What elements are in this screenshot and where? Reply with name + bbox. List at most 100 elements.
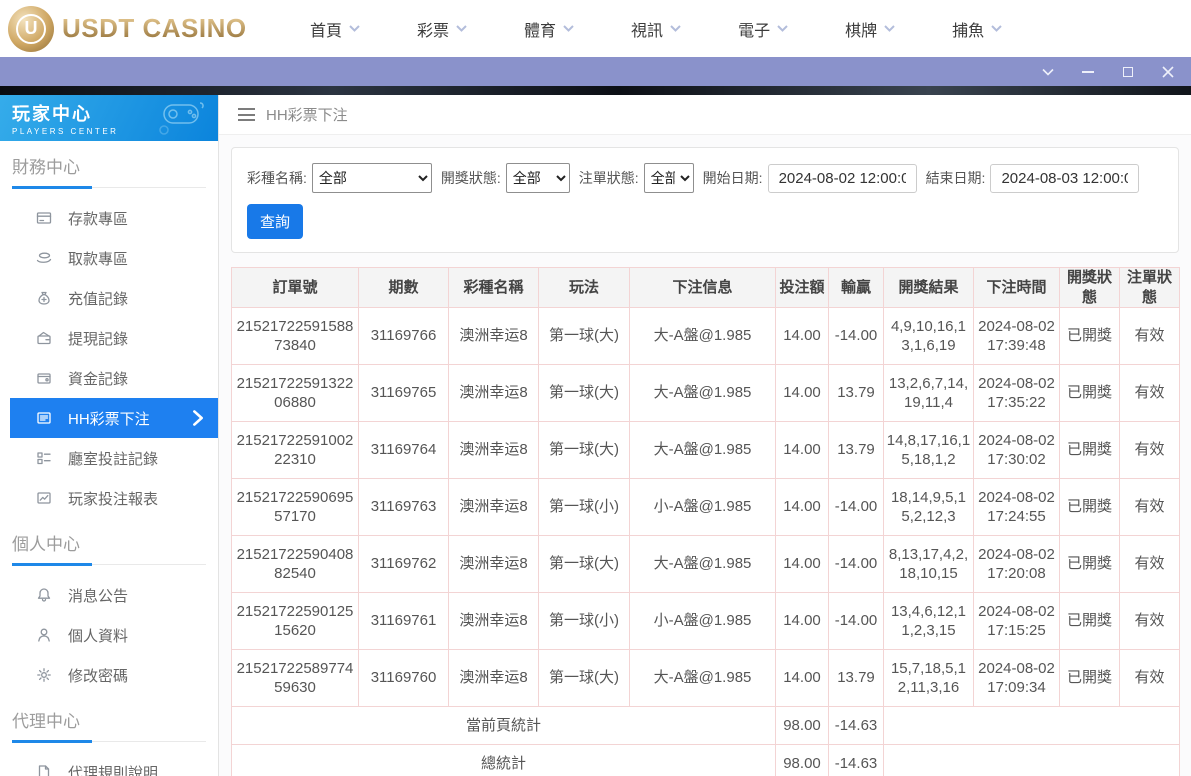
table-cell: 澳洲幸运8 (448, 421, 539, 479)
summary-empty-cell (883, 744, 1180, 776)
table-cell: 14.00 (775, 649, 829, 707)
nav-label: 捕魚 (952, 22, 985, 40)
lottery-select[interactable]: 全部 (311, 163, 432, 193)
sidebar-item-label: 資金記錄 (68, 370, 129, 388)
window-dropdown-button[interactable] (1041, 65, 1055, 79)
table-cell: 2024-08-02 17:15:25 (973, 592, 1060, 650)
end-date-input[interactable] (990, 163, 1140, 193)
hamburger-menu-icon[interactable] (238, 108, 255, 121)
column-header: 投注額 (775, 267, 829, 308)
table-cell: 14.00 (775, 478, 829, 536)
table-row: 2152172258977459630 31169760 澳洲幸运8 第一球(大) 大-… (231, 649, 1180, 707)
table-row: 2152172259100222310 31169764 澳洲幸运8 第一球(大) 大-… (231, 421, 1180, 479)
nav-item-lottery[interactable]: 彩票 (417, 17, 467, 41)
sidebar-item-withdrawal-record[interactable]: 提現記錄 (10, 318, 218, 358)
table-cell: 已開獎 (1059, 649, 1120, 707)
table-cell: 小-A盤@1.985 (629, 592, 776, 650)
nav-item-fishing[interactable]: 捕魚 (952, 17, 1002, 41)
chevron-down-icon (1042, 68, 1054, 76)
table-cell: 2024-08-02 17:24:55 (973, 478, 1060, 536)
sidebar-item-label: 廳室投註記錄 (68, 450, 159, 468)
summary-winloss-total: -14.63 (828, 706, 884, 745)
sidebar: 玩家中心 PLAYERS CENTER 財務中心 存款專區 取款專區 充值記錄 (0, 95, 219, 776)
table-cell: 已開獎 (1059, 592, 1120, 650)
summary-row: 總統計 98.00 -14.63 (231, 744, 1180, 776)
sidebar-section-agent: 代理中心 (0, 695, 218, 746)
nav-label: 棋牌 (845, 22, 878, 40)
sidebar-item-change-password[interactable]: 修改密碼 (10, 655, 218, 695)
summary-row: 當前頁統計 98.00 -14.63 (231, 706, 1180, 745)
bet-list-icon (37, 412, 51, 424)
table-cell: 大-A盤@1.985 (629, 364, 776, 422)
chevron-down-icon (884, 25, 895, 32)
table-cell: -14.00 (828, 307, 884, 365)
window-maximize-button[interactable] (1121, 65, 1135, 79)
sidebar-item-player-bet-report[interactable]: 玩家投注報表 (10, 478, 218, 518)
sidebar-item-room-bet-records[interactable]: 廳室投註記錄 (10, 438, 218, 478)
order-status-filter-label: 注單狀態: (578, 170, 639, 186)
maximize-icon (1123, 66, 1133, 77)
sidebar-header: 玩家中心 PLAYERS CENTER (0, 95, 218, 141)
sidebar-item-agent-rules[interactable]: 代理規則說明 (10, 752, 218, 776)
summary-label: 總統計 (231, 744, 776, 776)
sidebar-item-profile[interactable]: 個人資料 (10, 615, 218, 655)
table-cell: 第一球(小) (538, 592, 630, 650)
table-cell: 15,7,18,5,12,11,3,16 (883, 649, 974, 707)
sidebar-item-label: 修改密碼 (68, 667, 129, 685)
nav-label: 彩票 (417, 22, 450, 40)
brand-logo[interactable]: U USDT CASINO (0, 5, 262, 52)
person-icon (38, 628, 50, 642)
nav-item-sports[interactable]: 體育 (524, 17, 574, 41)
table-row: 2152172259132206880 31169765 澳洲幸运8 第一球(大) 大-… (231, 364, 1180, 422)
section-title: 財務中心 (12, 153, 206, 189)
sidebar-item-label: 代理規則說明 (68, 764, 159, 776)
table-cell: 14,8,17,16,15,18,1,2 (883, 421, 974, 479)
column-header: 輸贏 (828, 267, 884, 308)
table-cell: 31169766 (358, 307, 449, 365)
sidebar-item-hh-lottery-bets[interactable]: HH彩票下注 (10, 398, 218, 438)
table-cell: 有效 (1119, 364, 1180, 422)
minimize-icon (1082, 70, 1094, 73)
nav-item-slots[interactable]: 電子 (738, 17, 788, 41)
search-button[interactable]: 查詢 (247, 204, 304, 239)
table-cell: 有效 (1119, 421, 1180, 479)
sidebar-item-topup-record[interactable]: 充值記錄 (10, 278, 218, 318)
start-date-input[interactable] (767, 163, 917, 193)
window-close-button[interactable] (1161, 65, 1175, 79)
sidebar-section-finance: 財務中心 (0, 141, 218, 192)
filter-panel: 彩種名稱: 全部 開獎狀態: 全部 注單狀態: 全部 開始日期: 結束日期: (231, 147, 1179, 253)
nav-label: 首頁 (310, 22, 343, 40)
table-cell: 已開獎 (1059, 535, 1120, 593)
decorative-strip (0, 86, 1191, 95)
table-cell: 有效 (1119, 535, 1180, 593)
table-cell: 14.00 (775, 364, 829, 422)
sidebar-item-label: HH彩票下注 (68, 410, 150, 428)
draw-status-select[interactable]: 全部 (505, 163, 570, 193)
window-minimize-button[interactable] (1081, 65, 1095, 79)
sidebar-item-funds-record[interactable]: 資金記錄 (10, 358, 218, 398)
table-cell: 13.79 (828, 421, 884, 479)
table-row: 2152172259040882540 31169762 澳洲幸运8 第一球(大) 大-… (231, 535, 1180, 593)
column-header: 下注信息 (629, 267, 776, 308)
column-header: 開獎結果 (883, 267, 974, 308)
personal-menu: 消息公告 個人資料 修改密碼 (0, 569, 218, 695)
sidebar-item-announcements[interactable]: 消息公告 (10, 575, 218, 615)
sidebar-item-label: 存款專區 (68, 210, 129, 228)
sidebar-item-deposit[interactable]: 存款專區 (10, 198, 218, 238)
nav-item-boardgames[interactable]: 棋牌 (845, 17, 895, 41)
summary-winloss-total: -14.63 (828, 744, 884, 776)
table-cell: 8,13,17,4,2,18,10,15 (883, 535, 974, 593)
wallet-out-icon (37, 331, 51, 345)
sidebar-item-withdraw[interactable]: 取款專區 (10, 238, 218, 278)
nav-label: 電子 (738, 22, 771, 40)
table-cell: 31169765 (358, 364, 449, 422)
table-cell: 澳洲幸运8 (448, 307, 539, 365)
table-cell: 澳洲幸运8 (448, 478, 539, 536)
chevron-down-icon (563, 25, 574, 32)
column-header: 開獎狀態 (1059, 267, 1120, 308)
nav-item-home[interactable]: 首頁 (310, 17, 360, 41)
table-cell: 有效 (1119, 478, 1180, 536)
order-status-select[interactable]: 全部 (643, 163, 694, 193)
nav-item-live[interactable]: 視訊 (631, 17, 681, 41)
table-cell: 2024-08-02 17:30:02 (973, 421, 1060, 479)
